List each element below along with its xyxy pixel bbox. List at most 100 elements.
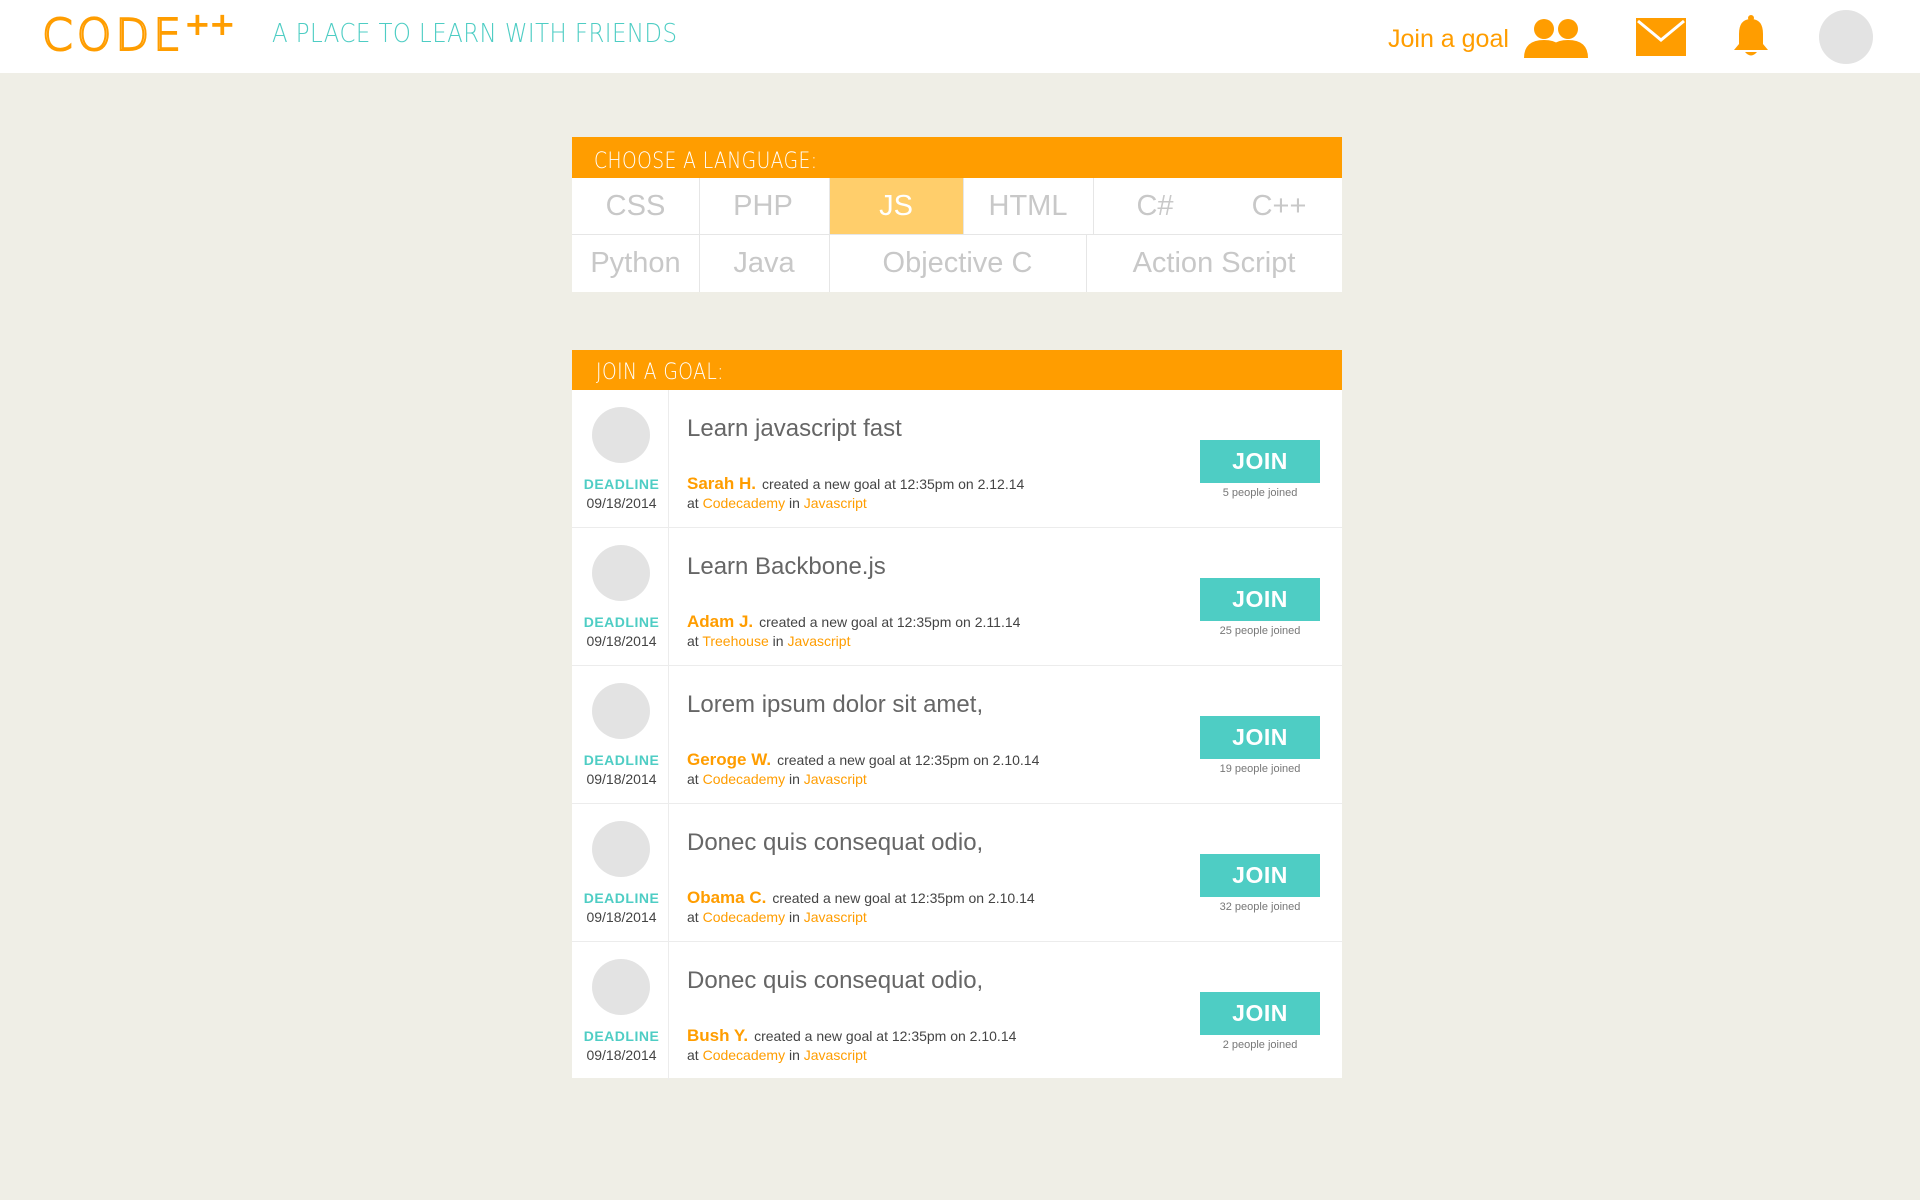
goal-title[interactable]: Donec quis consequat odio,	[687, 829, 983, 857]
language-link[interactable]: Javascript	[804, 495, 867, 511]
deadline-date: 09/18/2014	[586, 771, 657, 787]
mail-icon[interactable]	[1636, 18, 1686, 56]
place-link[interactable]: Codecademy	[703, 1047, 786, 1063]
language-python[interactable]: Python	[572, 234, 699, 292]
place-link[interactable]: Treehouse	[702, 633, 768, 649]
join-button[interactable]: JOIN	[1200, 716, 1320, 759]
goal-meta: Sarah H. created a new goal at 12:35pm on…	[687, 474, 1024, 494]
grid-divider	[1086, 234, 1087, 292]
goal-meta: Adam J. created a new goal at 12:35pm on …	[687, 612, 1020, 632]
join-button[interactable]: JOIN	[1200, 854, 1320, 897]
deadline-date: 09/18/2014	[586, 1047, 657, 1063]
goal-panel-title: JOIN A GOAL:	[596, 360, 724, 385]
language-css[interactable]: CSS	[572, 178, 699, 234]
goal-title[interactable]: Donec quis consequat odio,	[687, 967, 983, 995]
language-csharp[interactable]: C#	[1094, 178, 1216, 234]
in-label: in	[788, 771, 800, 787]
deadline-date: 09/18/2014	[586, 495, 657, 511]
goal-title[interactable]: Learn Backbone.js	[687, 553, 886, 581]
logo[interactable]: CODE	[41, 11, 185, 61]
goal-title[interactable]: Learn javascript fast	[687, 415, 902, 443]
at-label: at	[687, 1047, 699, 1063]
goal-row: DEADLINE 09/18/2014 Learn javascript fas…	[572, 390, 1342, 528]
goal-avatar	[592, 959, 650, 1015]
grid-divider	[699, 178, 700, 292]
grid-divider	[1093, 178, 1094, 234]
at-label: at	[687, 633, 699, 649]
joined-count: 32 people joined	[1219, 901, 1301, 913]
in-label: in	[772, 633, 784, 649]
goal-author[interactable]: Sarah H.	[687, 474, 756, 493]
joined-count: 2 people joined	[1222, 1039, 1298, 1051]
language-action-script[interactable]: Action Script	[1086, 234, 1342, 292]
goal-row: DEADLINE 09/18/2014 Donec quis consequat…	[572, 804, 1342, 942]
deadline-label: DEADLINE	[583, 890, 660, 906]
join-button[interactable]: JOIN	[1200, 440, 1320, 483]
tagline: A PLACE TO LEARN WITH FRIENDS	[272, 19, 678, 49]
language-cpp[interactable]: C++	[1216, 178, 1342, 234]
in-label: in	[788, 909, 800, 925]
goal-author[interactable]: Bush Y.	[687, 1026, 748, 1045]
language-link[interactable]: Javascript	[804, 771, 867, 787]
language-html[interactable]: HTML	[963, 178, 1093, 234]
goal-location: at Codecademy in Javascript	[687, 495, 867, 511]
goal-author[interactable]: Geroge W.	[687, 750, 771, 769]
at-label: at	[687, 771, 699, 787]
deadline-label: DEADLINE	[583, 476, 660, 492]
language-link[interactable]: Javascript	[787, 633, 850, 649]
user-avatar[interactable]	[1819, 10, 1873, 64]
place-link[interactable]: Codecademy	[703, 909, 786, 925]
language-panel-title: CHOOSE A LANGUAGE:	[594, 149, 818, 174]
deadline-date: 09/18/2014	[586, 909, 657, 925]
goal-meta: Bush Y. created a new goal at 12:35pm on …	[687, 1026, 1016, 1046]
language-objective-c[interactable]: Objective C	[829, 234, 1086, 292]
grid-divider	[572, 234, 1342, 235]
deadline-label: DEADLINE	[583, 1028, 660, 1044]
people-icon[interactable]	[1522, 18, 1590, 58]
language-java[interactable]: Java	[699, 234, 829, 292]
goal-location: at Codecademy in Javascript	[687, 1047, 867, 1063]
goal-meta: Obama C. created a new goal at 12:35pm on…	[687, 888, 1035, 908]
language-js[interactable]: JS	[829, 178, 963, 234]
grid-divider	[829, 178, 830, 292]
goal-author[interactable]: Obama C.	[687, 888, 766, 907]
language-grid: CSS PHP JS HTML C# C++ Python Java Objec…	[572, 178, 1342, 292]
joined-count: 5 people joined	[1222, 487, 1298, 499]
language-link[interactable]: Javascript	[804, 1047, 867, 1063]
grid-divider	[963, 178, 964, 234]
top-bar: CODE ++ A PLACE TO LEARN WITH FRIENDS Jo…	[0, 0, 1920, 73]
at-label: at	[687, 909, 699, 925]
logo-plus: ++	[184, 5, 236, 43]
goal-action: created a new goal at 12:35pm on 2.10.14	[754, 1028, 1017, 1044]
goal-meta: Geroge W. created a new goal at 12:35pm o…	[687, 750, 1039, 770]
deadline-label: DEADLINE	[583, 614, 660, 630]
join-button[interactable]: JOIN	[1200, 992, 1320, 1035]
goal-list: DEADLINE 09/18/2014 Learn javascript fas…	[572, 390, 1342, 1080]
goal-action: created a new goal at 12:35pm on 2.10.14	[772, 890, 1035, 906]
goal-action: created a new goal at 12:35pm on 2.10.14	[777, 752, 1040, 768]
bell-icon[interactable]	[1732, 14, 1770, 58]
goal-avatar	[592, 545, 650, 601]
goal-author[interactable]: Adam J.	[687, 612, 753, 631]
at-label: at	[687, 495, 699, 511]
goal-panel-header: JOIN A GOAL:	[572, 350, 1342, 390]
goal-action: created a new goal at 12:35pm on 2.12.14	[761, 476, 1025, 492]
language-panel-header: CHOOSE A LANGUAGE:	[572, 137, 1342, 178]
joined-count: 25 people joined	[1219, 625, 1301, 637]
place-link[interactable]: Codecademy	[703, 495, 786, 511]
join-button[interactable]: JOIN	[1200, 578, 1320, 621]
language-link[interactable]: Javascript	[804, 909, 867, 925]
place-link[interactable]: Codecademy	[703, 771, 786, 787]
goal-location: at Codecademy in Javascript	[687, 909, 867, 925]
goal-location: at Treehouse in Javascript	[687, 633, 850, 649]
goal-row: DEADLINE 09/18/2014 Lorem ipsum dolor si…	[572, 666, 1342, 804]
goal-avatar	[592, 821, 650, 877]
goal-title[interactable]: Lorem ipsum dolor sit amet,	[687, 691, 983, 719]
goal-row: DEADLINE 09/18/2014 Learn Backbone.js Ad…	[572, 528, 1342, 666]
language-php[interactable]: PHP	[699, 178, 827, 234]
joined-count: 19 people joined	[1219, 763, 1301, 775]
goal-row: DEADLINE 09/18/2014 Donec quis consequat…	[572, 942, 1342, 1080]
join-goal-link[interactable]: Join a goal	[1388, 24, 1509, 54]
goal-location: at Codecademy in Javascript	[687, 771, 867, 787]
goal-avatar	[592, 407, 650, 463]
